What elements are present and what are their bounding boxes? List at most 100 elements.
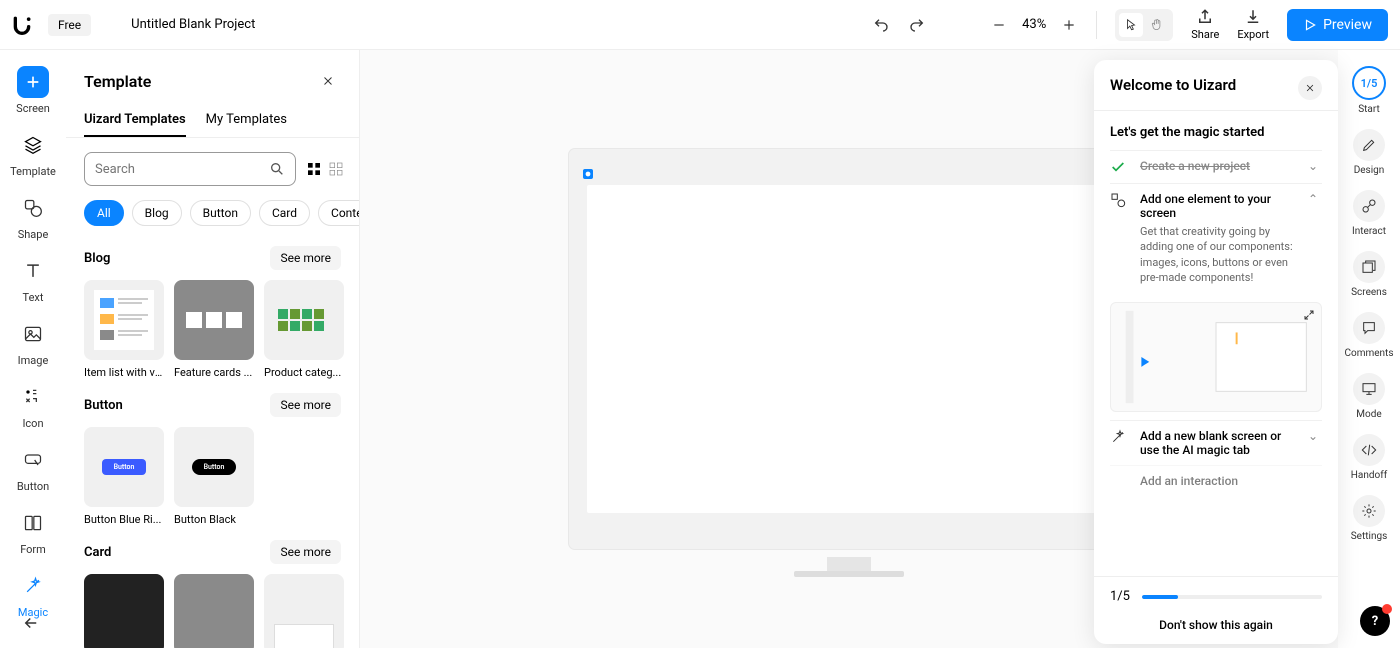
artboard[interactable] (569, 149, 1129, 549)
artboard-screen[interactable] (587, 185, 1111, 513)
chip-button[interactable]: Button (190, 200, 251, 226)
tab-my-templates[interactable]: My Templates (206, 104, 287, 137)
share-button[interactable]: Share (1191, 8, 1219, 41)
rail-label: Interact (1352, 226, 1386, 237)
select-tool-icon[interactable] (1119, 13, 1143, 37)
template-card[interactable]: Feature cards ... (174, 280, 254, 379)
tab-uizard-templates[interactable]: Uizard Templates (84, 104, 186, 137)
grid-small-icon[interactable] (328, 161, 344, 177)
card-name: Item list with vi... (84, 366, 164, 379)
chip-all[interactable]: All (84, 200, 124, 226)
uizard-logo-icon (12, 15, 32, 35)
rail-handoff[interactable]: Handoff (1351, 434, 1387, 481)
rail-label: Template (10, 165, 56, 178)
step-add-screen[interactable]: Add a new blank screen or use the AI mag… (1110, 420, 1322, 465)
grid-large-icon[interactable] (306, 161, 322, 177)
preview-label: Preview (1323, 17, 1372, 33)
chip-blog[interactable]: Blog (132, 200, 182, 226)
chip-content[interactable]: Conte (318, 200, 359, 226)
see-more-card[interactable]: See more (270, 540, 341, 564)
magic-wand-icon (1110, 429, 1130, 457)
rail-shape[interactable]: Shape (17, 192, 49, 241)
download-icon (1244, 8, 1262, 26)
progress-bar (1142, 595, 1322, 599)
search-input-wrapper[interactable] (84, 152, 296, 186)
right-tool-rail: 1/5 Start Design Interact Screens Commen… (1338, 50, 1400, 648)
rail-settings[interactable]: Settings (1351, 495, 1388, 542)
rail-text[interactable]: Text (17, 255, 49, 304)
element-icon (1110, 192, 1130, 286)
artboard-badge-icon[interactable] (583, 169, 593, 179)
zoom-out-icon[interactable] (990, 16, 1008, 34)
chevron-up-icon: ⌃ (1308, 192, 1322, 286)
project-title[interactable]: Untitled Blank Project (131, 17, 872, 32)
step-title: Add an interaction (1140, 474, 1322, 488)
template-card[interactable]: Button Button Black (174, 427, 254, 526)
step-preview-image (1110, 302, 1322, 412)
plan-badge[interactable]: Free (48, 14, 91, 36)
redo-icon[interactable] (908, 16, 926, 34)
rail-interact[interactable]: Interact (1352, 190, 1386, 237)
thumb: Button (84, 427, 164, 507)
template-card[interactable] (264, 574, 344, 648)
export-button[interactable]: Export (1237, 8, 1269, 41)
step-create-project[interactable]: Create a new project ⌄ (1110, 150, 1322, 183)
see-more-blog[interactable]: See more (270, 246, 341, 270)
thumb: Button (174, 427, 254, 507)
chip-card[interactable]: Card (259, 200, 310, 226)
rail-icon[interactable]: Icon (17, 381, 49, 430)
rail-template[interactable]: Template (10, 129, 56, 178)
thumb (84, 574, 164, 648)
text-icon (17, 255, 49, 287)
dont-show-again-button[interactable]: Don't show this again (1110, 618, 1322, 632)
card-name: Button Blue Ri... (84, 513, 164, 526)
template-card[interactable]: Item list with vi... (84, 280, 164, 379)
rail-image[interactable]: Image (17, 318, 49, 367)
template-card[interactable] (174, 574, 254, 648)
rail-start[interactable]: 1/5 Start (1352, 66, 1386, 115)
step-title: Create a new project (1140, 159, 1298, 173)
rail-label: Comments (1344, 348, 1393, 359)
rail-magic[interactable]: Magic (17, 570, 49, 619)
filter-chips: All Blog Button Card Conte (66, 200, 359, 232)
rail-design[interactable]: Design (1353, 129, 1385, 176)
help-button[interactable]: ? (1360, 606, 1390, 636)
rail-label: Text (23, 291, 44, 304)
logo (12, 15, 32, 35)
undo-icon[interactable] (872, 16, 890, 34)
onboarding-close-button[interactable] (1298, 76, 1322, 100)
template-card[interactable] (84, 574, 164, 648)
hand-tool-icon[interactable] (1145, 13, 1169, 37)
thumb (264, 574, 344, 648)
section-title: Blog (84, 251, 110, 266)
section-card: Card See more (66, 526, 359, 648)
panel-title: Template (84, 72, 151, 91)
zoom-value[interactable]: 43% (1022, 17, 1046, 32)
rail-mode[interactable]: Mode (1353, 373, 1385, 420)
gear-icon (1353, 495, 1385, 527)
pencil-icon (1353, 129, 1385, 161)
rail-screen[interactable]: Screen (16, 66, 50, 115)
rail-screens[interactable]: Screens (1351, 251, 1387, 298)
rail-label: Icon (22, 417, 43, 430)
rail-comments[interactable]: Comments (1344, 312, 1393, 359)
progress-text: 1/5 (1110, 589, 1130, 604)
onboarding-panel: Welcome to Uizard Let's get the magic st… (1094, 60, 1338, 644)
cursor-mode-toggle[interactable] (1115, 9, 1173, 41)
code-icon (1353, 434, 1385, 466)
template-card[interactable]: Button Button Blue Ri... (84, 427, 164, 526)
panel-close-button[interactable] (315, 68, 341, 94)
step-add-interaction[interactable]: Add an interaction (1110, 465, 1322, 496)
rail-button[interactable]: Button (17, 444, 49, 493)
rail-form[interactable]: Form (17, 507, 49, 556)
template-card[interactable]: Product categ... (264, 280, 344, 379)
zoom-in-icon[interactable] (1060, 16, 1078, 34)
search-input[interactable] (95, 162, 261, 177)
step-add-element[interactable]: Add one element to your screen Get that … (1110, 183, 1322, 294)
expand-icon[interactable] (1303, 309, 1315, 321)
rail-label: Shape (18, 228, 49, 241)
see-more-button[interactable]: See more (270, 393, 341, 417)
preview-button[interactable]: Preview (1287, 9, 1388, 41)
form-icon (17, 507, 49, 539)
back-button[interactable] (22, 614, 40, 632)
